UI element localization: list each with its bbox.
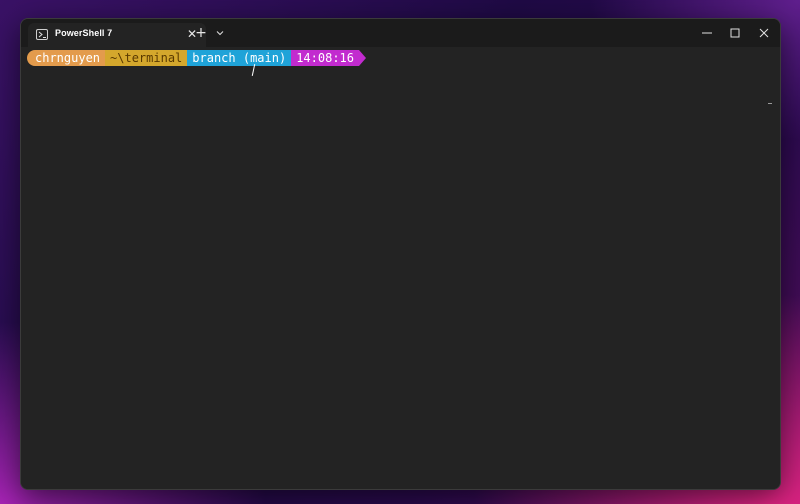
terminal-content[interactable]: chrnguyen ~\terminal branch (main) 14:08… [21, 47, 780, 489]
close-icon[interactable] [748, 19, 780, 47]
terminal-icon [36, 29, 48, 40]
chevron-down-icon[interactable] [212, 25, 228, 41]
new-tab-button[interactable]: + [193, 25, 209, 41]
prompt-branch-segment: branch (main) [187, 50, 292, 66]
prompt-time-segment: 14:08:16 [291, 50, 359, 66]
maximize-icon[interactable] [719, 19, 751, 47]
prompt-user-segment: chrnguyen [27, 50, 106, 66]
terminal-window: PowerShell 7 ✕ + chrnguyen ~\terminal br… [20, 18, 781, 490]
title-bar[interactable]: PowerShell 7 ✕ + [21, 19, 780, 47]
tab-title: PowerShell 7 [55, 28, 113, 38]
branch-prefix: branch ( [192, 51, 251, 65]
branch-name: main) [250, 51, 287, 65]
shell-prompt: chrnguyen ~\terminal branch (main) 14:08… [27, 50, 366, 66]
prompt-path-segment: ~\terminal [105, 50, 188, 66]
tab-powershell[interactable]: PowerShell 7 ✕ [28, 23, 206, 47]
scrollbar-mark[interactable] [768, 103, 772, 104]
prompt-arrow-end [359, 50, 366, 66]
